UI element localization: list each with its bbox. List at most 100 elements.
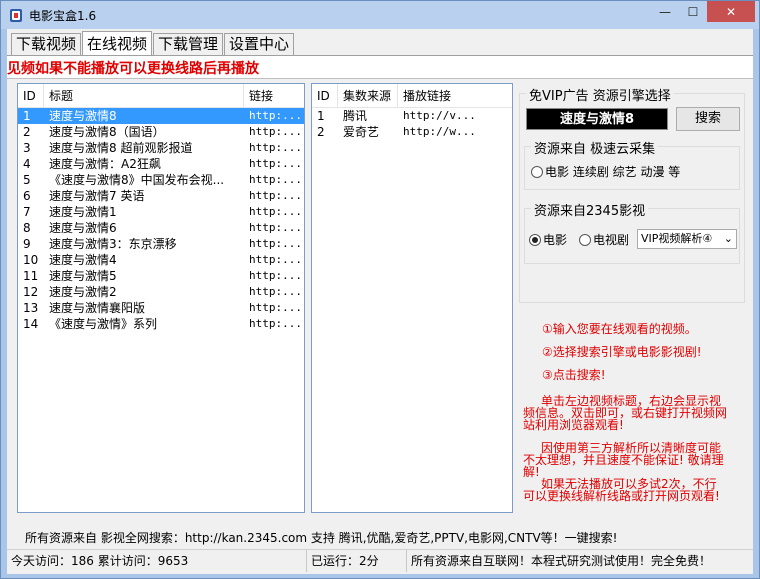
video-row-link: http:...	[249, 205, 302, 218]
source2-group: 资源来自2345影视 电影 电视剧 VIP视频解析④ ⌄	[524, 200, 740, 264]
video-row-link: http:...	[249, 221, 302, 234]
status-running: 已运行：2分	[307, 550, 407, 572]
video-row[interactable]: 7 速度与激情1 http:...	[18, 204, 304, 220]
video-row-id: 8	[23, 221, 31, 235]
app-logo-icon	[10, 9, 22, 22]
tab-online-video[interactable]: 在线视频	[82, 31, 153, 55]
source1-option[interactable]: 电影 连续剧 综艺 动漫 等	[531, 163, 680, 180]
video-row[interactable]: 13 速度与激情襄阳版 http:...	[18, 300, 304, 316]
instruction-1: ①输入您要在线观看的视频。	[542, 322, 697, 336]
search-button[interactable]: 搜索	[676, 107, 740, 131]
radio-tv[interactable]: 电视剧	[579, 231, 629, 248]
source-row[interactable]: 1 腾讯 http://v...	[312, 108, 512, 124]
tab-download-manager[interactable]: 下载管理	[153, 33, 224, 55]
search-input[interactable]: 速度与激情8	[526, 108, 668, 130]
col-link[interactable]: 链接	[244, 84, 304, 107]
engine-group-title: 免VIP广告 资源引擎选择	[526, 85, 674, 104]
client-area: 下载视频 在线视频 下载管理 设置中心 见频如果不能播放可以更换线路后再播放 I…	[7, 29, 753, 574]
video-row-link: http:...	[249, 317, 302, 330]
parser-select[interactable]: VIP视频解析④ ⌄	[637, 229, 737, 249]
video-row-link: http:...	[249, 253, 302, 266]
video-row-link: http:...	[249, 141, 302, 154]
video-row[interactable]: 3 速度与激情8 超前观影报道 http:...	[18, 140, 304, 156]
instruction-6: 如果无法播放可以多试2次，不行可以更换线解析线路或打开网页观看!	[523, 477, 720, 503]
radio-icon[interactable]	[579, 233, 591, 246]
video-row-title: 速度与激情7 英语	[49, 189, 145, 203]
video-row[interactable]: 4 速度与激情：A2狂飙 http:...	[18, 156, 304, 172]
title-bar: 电影宝盒1.6 — ☐ ✕	[1, 1, 759, 29]
chevron-down-icon: ⌄	[723, 232, 733, 245]
video-row-title: 《速度与激情8》中国发布会视...	[49, 173, 225, 187]
video-row-title: 速度与激情8	[49, 109, 117, 123]
app-window: 电影宝盒1.6 — ☐ ✕ 下载视频 在线视频 下载管理 设置中心 见频如果不能…	[0, 0, 760, 579]
source-list[interactable]: ID 集数来源 播放链接 1 腾讯 http://v... 2 爱奇艺 http://w.…	[311, 83, 513, 513]
source-row-name: 腾讯	[343, 109, 368, 123]
window-title: 电影宝盒1.6	[29, 9, 97, 23]
col-title[interactable]: 标题	[44, 84, 244, 107]
radio-movie-label: 电影	[543, 233, 568, 247]
video-row-link: http:...	[249, 125, 302, 138]
video-list-body: 1 速度与激情8 http:... 2 速度与激情8（国语） http:... 3 速度与激情…	[18, 108, 304, 332]
video-row-id: 10	[23, 253, 39, 267]
video-row-id: 7	[23, 205, 31, 219]
video-row[interactable]: 6 速度与激情7 英语 http:...	[18, 188, 304, 204]
video-row-link: http:...	[249, 109, 302, 122]
video-row-title: 速度与激情1	[49, 205, 117, 219]
close-button[interactable]: ✕	[707, 1, 755, 22]
tab-settings[interactable]: 设置中心	[224, 33, 295, 55]
source-list-header: ID 集数来源 播放链接	[312, 84, 512, 108]
content-area: ID 标题 链接 1 速度与激情8 http:... 2 速度与激情8（国语） http:…	[7, 79, 753, 547]
video-row[interactable]: 12 速度与激情2 http:...	[18, 284, 304, 300]
col-play-link[interactable]: 播放链接	[398, 84, 512, 107]
col-source[interactable]: 集数来源	[338, 84, 398, 107]
video-row[interactable]: 10 速度与激情4 http:...	[18, 252, 304, 268]
video-row[interactable]: 8 速度与激情6 http:...	[18, 220, 304, 236]
video-list-header: ID 标题 链接	[18, 84, 304, 108]
video-row-title: 速度与激情5	[49, 269, 117, 283]
tab-strip: 下载视频 在线视频 下载管理 设置中心	[11, 31, 295, 55]
radio-icon[interactable]	[531, 165, 543, 178]
video-row-title: 速度与激情6	[49, 221, 117, 235]
instruction-2: ②选择搜索引擎或电影影视剧!	[542, 345, 702, 359]
source2-title: 资源来自2345影视	[531, 200, 649, 219]
tab-download-video[interactable]: 下载视频	[11, 33, 82, 55]
maximize-button[interactable]: ☐	[679, 1, 707, 22]
col-source-id[interactable]: ID	[312, 84, 338, 107]
video-row-link: http:...	[249, 269, 302, 282]
video-row-id: 12	[23, 285, 39, 299]
source-row[interactable]: 2 爱奇艺 http://w...	[312, 124, 512, 140]
video-row-id: 11	[23, 269, 39, 283]
video-row-title: 速度与激情2	[49, 285, 117, 299]
video-row-title: 速度与激情3：东京漂移	[49, 237, 177, 251]
video-row[interactable]: 14 《速度与激情》系列 http:...	[18, 316, 304, 332]
online-video-panel: 见频如果不能播放可以更换线路后再播放 ID 标题 链接 1 速度与激情8 http:…	[7, 55, 753, 547]
source-row-id: 1	[317, 109, 325, 123]
video-row-id: 6	[23, 189, 31, 203]
instruction-3: ③点击搜索!	[542, 368, 606, 382]
video-row-title: 《速度与激情》系列	[49, 317, 158, 331]
minimize-button[interactable]: —	[651, 1, 679, 22]
notice-text: 见频如果不能播放可以更换线路后再播放	[7, 61, 259, 77]
video-row-link: http:...	[249, 157, 302, 170]
source1-title: 资源来自 极速云采集	[531, 138, 659, 157]
video-row[interactable]: 5 《速度与激情8》中国发布会视... http:...	[18, 172, 304, 188]
video-row-link: http:...	[249, 173, 302, 186]
video-row[interactable]: 2 速度与激情8（国语） http:...	[18, 124, 304, 140]
source-row-link: http://v...	[403, 109, 476, 122]
col-id[interactable]: ID	[18, 84, 44, 107]
radio-checked-icon[interactable]	[529, 233, 541, 246]
status-visits: 今天访问：186 累计访问：9653	[7, 550, 307, 572]
video-row-title: 速度与激情8 超前观影报道	[49, 141, 193, 155]
video-row-link: http:...	[249, 285, 302, 298]
radio-movie[interactable]: 电影	[529, 231, 567, 248]
video-row[interactable]: 11 速度与激情5 http:...	[18, 268, 304, 284]
source-row-link: http://w...	[403, 125, 476, 138]
video-row-id: 13	[23, 301, 39, 315]
instruction-4: 单击左边视频标题，右边会显示视频信息。双击即可，或右键打开视频网站利用浏览器观看…	[523, 394, 728, 432]
source1-group: 资源来自 极速云采集 电影 连续剧 综艺 动漫 等	[524, 138, 740, 190]
status-message: 所有资源来自互联网！本程式研究测试使用！完全免费！	[411, 554, 712, 568]
video-row-link: http:...	[249, 237, 302, 250]
video-list[interactable]: ID 标题 链接 1 速度与激情8 http:... 2 速度与激情8（国语） http:…	[17, 83, 305, 513]
video-row[interactable]: 9 速度与激情3：东京漂移 http:...	[18, 236, 304, 252]
video-row[interactable]: 1 速度与激情8 http:...	[18, 108, 304, 124]
